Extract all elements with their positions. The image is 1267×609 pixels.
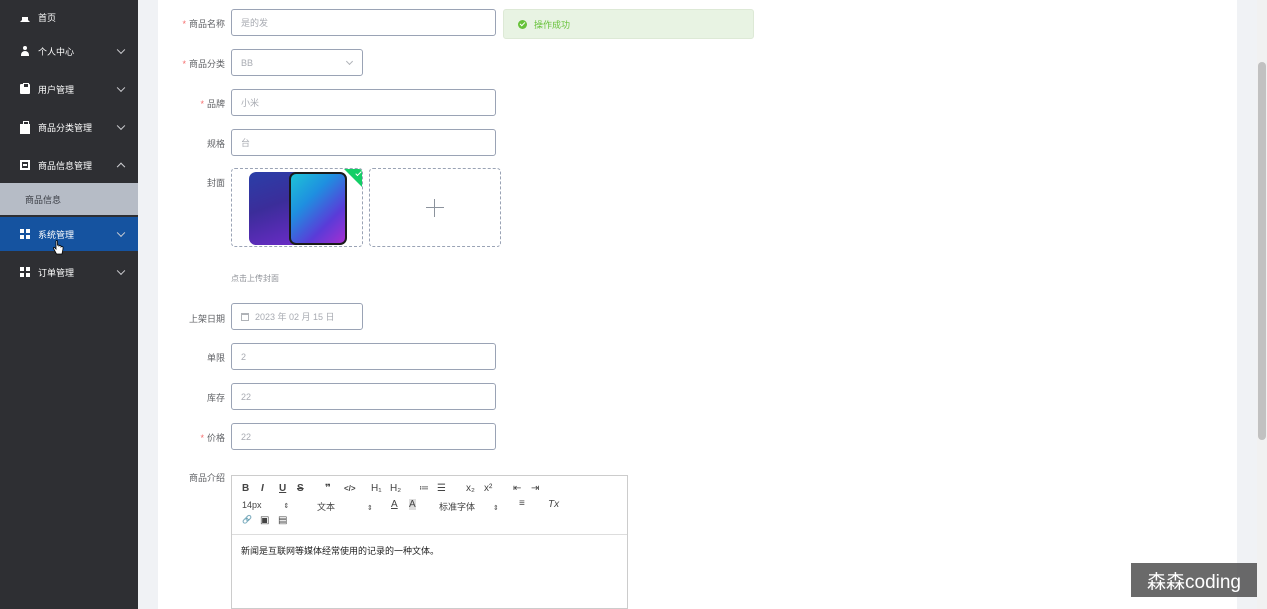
ordered-list-button[interactable]: ≔ bbox=[419, 483, 429, 494]
grid-icon bbox=[20, 267, 30, 277]
product-name-value: 是的发 bbox=[241, 18, 269, 28]
clipboard-icon bbox=[20, 83, 30, 94]
brand-value: 小米 bbox=[241, 98, 260, 108]
code-button[interactable]: </> bbox=[344, 484, 356, 493]
price-label: * 价格 bbox=[200, 433, 225, 443]
price-value: 22 bbox=[241, 431, 252, 442]
date-value: 2023 年 02 月 15 日 bbox=[255, 312, 335, 322]
chevron-down-icon bbox=[345, 57, 354, 66]
stock-label: 库存 bbox=[206, 393, 225, 403]
watermark: 森森coding bbox=[1131, 563, 1257, 597]
image-button[interactable]: ▣ bbox=[260, 515, 269, 526]
category-select[interactable]: BB bbox=[231, 49, 363, 76]
editor-toolbar: B I U S ❞ </> H₁ H₂ ≔ ☰ x₂ x² ⇤ ⇥ 14px ⇕ … bbox=[232, 476, 627, 535]
check-circle-icon bbox=[518, 19, 527, 29]
indent-button[interactable]: ⇥ bbox=[531, 483, 539, 494]
superscript-button[interactable]: x² bbox=[484, 483, 492, 494]
sidebar-item-user-management[interactable]: 用户管理 bbox=[0, 72, 138, 106]
spec-value: 台 bbox=[241, 138, 251, 148]
stock-value: 22 bbox=[241, 391, 252, 402]
align-button[interactable]: ≡ bbox=[519, 498, 525, 509]
chevron-down-icon bbox=[116, 266, 126, 276]
sidebar-item-product-management[interactable]: 商品信息管理 bbox=[0, 148, 138, 182]
spec-label: 规格 bbox=[206, 139, 225, 149]
cover-label: 封面 bbox=[206, 178, 225, 188]
sidebar-item-home[interactable]: 首页 bbox=[0, 0, 138, 34]
header-select[interactable]: 文本 ⇕ bbox=[317, 500, 373, 513]
bag-icon bbox=[20, 121, 30, 134]
underline-button[interactable]: U bbox=[279, 483, 286, 494]
limit-label: 单限 bbox=[206, 353, 225, 363]
plus-icon bbox=[426, 198, 444, 217]
sidebar-item-label: 商品信息管理 bbox=[38, 160, 93, 171]
hand-cursor-icon bbox=[52, 240, 64, 255]
sidebar: 首页 个人中心 用户管理 商品分类管理 商品信息管理 商品信息 系统管理 订单管… bbox=[0, 0, 138, 609]
category-value: BB bbox=[241, 57, 254, 68]
chevron-down-icon bbox=[116, 83, 126, 93]
subscript-button[interactable]: x₂ bbox=[466, 483, 475, 494]
rich-text-editor: B I U S ❞ </> H₁ H₂ ≔ ☰ x₂ x² ⇤ ⇥ 14px ⇕ … bbox=[231, 475, 628, 609]
date-label: 上架日期 bbox=[188, 314, 225, 324]
outdent-button[interactable]: ⇤ bbox=[513, 483, 521, 494]
name-label: * 商品名称 bbox=[182, 19, 225, 29]
editor-content[interactable]: 新闻是互联网等媒体经常使用的记录的一种文体。 bbox=[241, 544, 439, 557]
sidebar-subitem-product-info[interactable]: 商品信息 bbox=[0, 183, 138, 215]
sidebar-item-label: 个人中心 bbox=[38, 46, 75, 57]
price-input[interactable]: 22 bbox=[231, 423, 496, 450]
bullet-list-button[interactable]: ☰ bbox=[437, 483, 446, 494]
page-scrollbar[interactable] bbox=[1257, 0, 1267, 609]
video-button[interactable]: ▤ bbox=[278, 515, 287, 526]
sidebar-item-label: 首页 bbox=[38, 12, 57, 23]
calendar-icon bbox=[241, 312, 249, 321]
sidebar-item-label: 商品分类管理 bbox=[38, 122, 93, 133]
date-picker[interactable]: 2023 年 02 月 15 日 bbox=[231, 303, 363, 330]
sidebar-item-personal-center[interactable]: 个人中心 bbox=[0, 34, 138, 68]
table-icon bbox=[20, 229, 30, 239]
box-icon bbox=[20, 160, 30, 170]
intro-label: 商品介绍 bbox=[188, 473, 225, 483]
italic-button[interactable]: I bbox=[261, 483, 264, 494]
sidebar-item-label: 订单管理 bbox=[38, 267, 75, 278]
quote-button[interactable]: ❞ bbox=[325, 483, 331, 494]
scrollbar-thumb[interactable] bbox=[1258, 62, 1266, 440]
success-toast: 操作成功 bbox=[503, 9, 754, 39]
sidebar-item-system-management[interactable]: 系统管理 bbox=[0, 217, 138, 251]
brand-input[interactable]: 小米 bbox=[231, 89, 496, 116]
spec-input[interactable]: 台 bbox=[231, 129, 496, 156]
h2-button[interactable]: H₂ bbox=[390, 483, 401, 494]
sidebar-item-order-management[interactable]: 订单管理 bbox=[0, 255, 138, 289]
upload-hint: 点击上传封面 bbox=[231, 274, 279, 283]
stock-input[interactable]: 22 bbox=[231, 383, 496, 410]
sidebar-item-label: 用户管理 bbox=[38, 84, 75, 95]
chevron-up-icon bbox=[116, 162, 126, 172]
cover-upload-button[interactable] bbox=[369, 168, 501, 247]
background-color-button[interactable]: A bbox=[409, 499, 416, 510]
home-icon bbox=[20, 12, 30, 22]
cover-image-thumbnail[interactable] bbox=[231, 168, 363, 247]
phone-front-image bbox=[289, 172, 347, 245]
font-color-button[interactable]: A bbox=[391, 499, 398, 510]
toast-message: 操作成功 bbox=[534, 19, 571, 30]
product-name-input[interactable]: 是的发 bbox=[231, 9, 496, 36]
link-button[interactable]: 🔗 bbox=[242, 515, 252, 524]
user-icon bbox=[20, 46, 30, 56]
chevron-down-icon bbox=[116, 45, 126, 55]
brand-label: * 品牌 bbox=[200, 99, 225, 109]
chevron-down-icon bbox=[116, 228, 126, 238]
clear-format-button[interactable]: Tx bbox=[548, 499, 559, 510]
limit-value: 2 bbox=[241, 351, 247, 362]
font-family-select[interactable]: 标准字体 ⇕ bbox=[439, 500, 499, 513]
category-label: * 商品分类 bbox=[182, 59, 225, 69]
limit-input[interactable]: 2 bbox=[231, 343, 496, 370]
h1-button[interactable]: H₁ bbox=[371, 483, 382, 494]
strike-button[interactable]: S bbox=[297, 483, 304, 494]
bold-button[interactable]: B bbox=[242, 483, 249, 494]
chevron-down-icon bbox=[116, 121, 126, 131]
font-size-select[interactable]: 14px ⇕ bbox=[242, 500, 289, 510]
sidebar-item-label: 系统管理 bbox=[38, 229, 75, 240]
sidebar-item-category-management[interactable]: 商品分类管理 bbox=[0, 110, 138, 144]
